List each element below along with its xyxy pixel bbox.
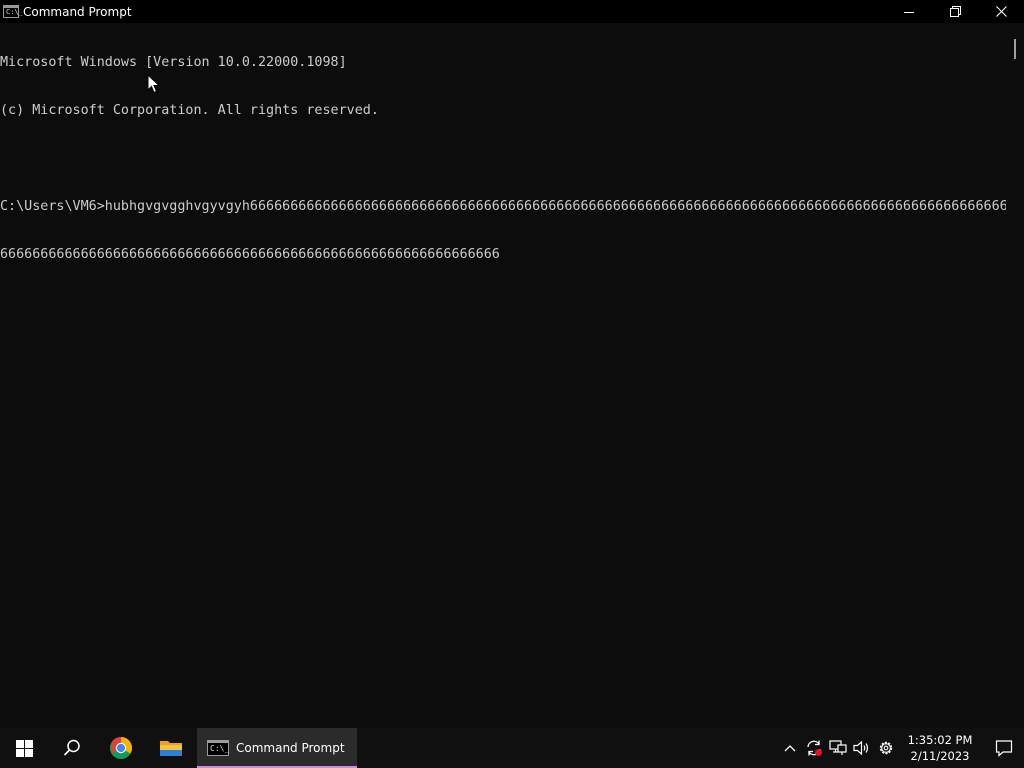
search-icon xyxy=(63,739,80,756)
chrome-taskbar-button[interactable] xyxy=(96,728,146,768)
clock[interactable]: 1:35:02 PM 2/11/2023 xyxy=(904,728,976,768)
sync-status-button[interactable] xyxy=(802,728,826,768)
command-prompt-icon: C:\_ xyxy=(3,5,23,18)
window-title: Command Prompt xyxy=(23,4,132,19)
settings-button[interactable] xyxy=(874,728,898,768)
gear-icon xyxy=(879,741,893,755)
close-icon xyxy=(995,6,1007,17)
taskbar: C:\_ Command Prompt 1:35:02 PM 2/11/2023 xyxy=(0,728,1024,768)
restore-icon xyxy=(949,6,961,17)
console-output[interactable]: Microsoft Windows [Version 10.0.22000.10… xyxy=(0,23,1006,728)
clock-date: 2/11/2023 xyxy=(910,749,970,763)
windows-logo-icon xyxy=(15,739,33,757)
start-button[interactable] xyxy=(0,728,48,768)
console-line: (c) Microsoft Corporation. All rights re… xyxy=(0,103,379,118)
file-explorer-taskbar-button[interactable] xyxy=(146,728,196,768)
minimize-button[interactable] xyxy=(886,0,932,23)
mouse-cursor-icon xyxy=(147,74,161,94)
network-icon xyxy=(829,740,847,755)
speaker-icon xyxy=(853,740,869,756)
close-button[interactable] xyxy=(978,0,1024,23)
title-bar[interactable]: C:\_ Command Prompt xyxy=(0,0,1024,23)
sync-error-icon xyxy=(807,740,822,756)
command-prompt-taskbar-button[interactable]: C:\_ Command Prompt xyxy=(197,728,357,768)
search-button[interactable] xyxy=(48,728,96,768)
scrollbar-thumb[interactable] xyxy=(1014,39,1016,59)
console-line: 6666666666666666666666666666666666666666… xyxy=(0,247,500,262)
vertical-scrollbar[interactable] xyxy=(1006,23,1024,728)
console-line: Microsoft Windows [Version 10.0.22000.10… xyxy=(0,55,347,70)
show-hidden-icons-button[interactable] xyxy=(778,728,802,768)
clock-time: 1:35:02 PM xyxy=(907,733,973,747)
system-tray: 1:35:02 PM 2/11/2023 xyxy=(778,728,1024,768)
chevron-up-icon xyxy=(784,745,796,752)
chrome-icon xyxy=(110,737,132,759)
console-line: C:\Users\VM6>hubhgvgvgghvgyvgyh666666666… xyxy=(0,199,1006,214)
command-prompt-icon: C:\_ xyxy=(207,740,229,756)
notification-icon xyxy=(995,740,1013,757)
notifications-button[interactable] xyxy=(984,728,1024,768)
window-controls xyxy=(886,0,1024,23)
restore-button[interactable] xyxy=(932,0,978,23)
network-button[interactable] xyxy=(826,728,850,768)
volume-button[interactable] xyxy=(850,728,874,768)
taskbar-app-label: Command Prompt xyxy=(236,741,345,755)
folder-icon xyxy=(160,741,182,756)
minimize-icon xyxy=(904,11,914,13)
